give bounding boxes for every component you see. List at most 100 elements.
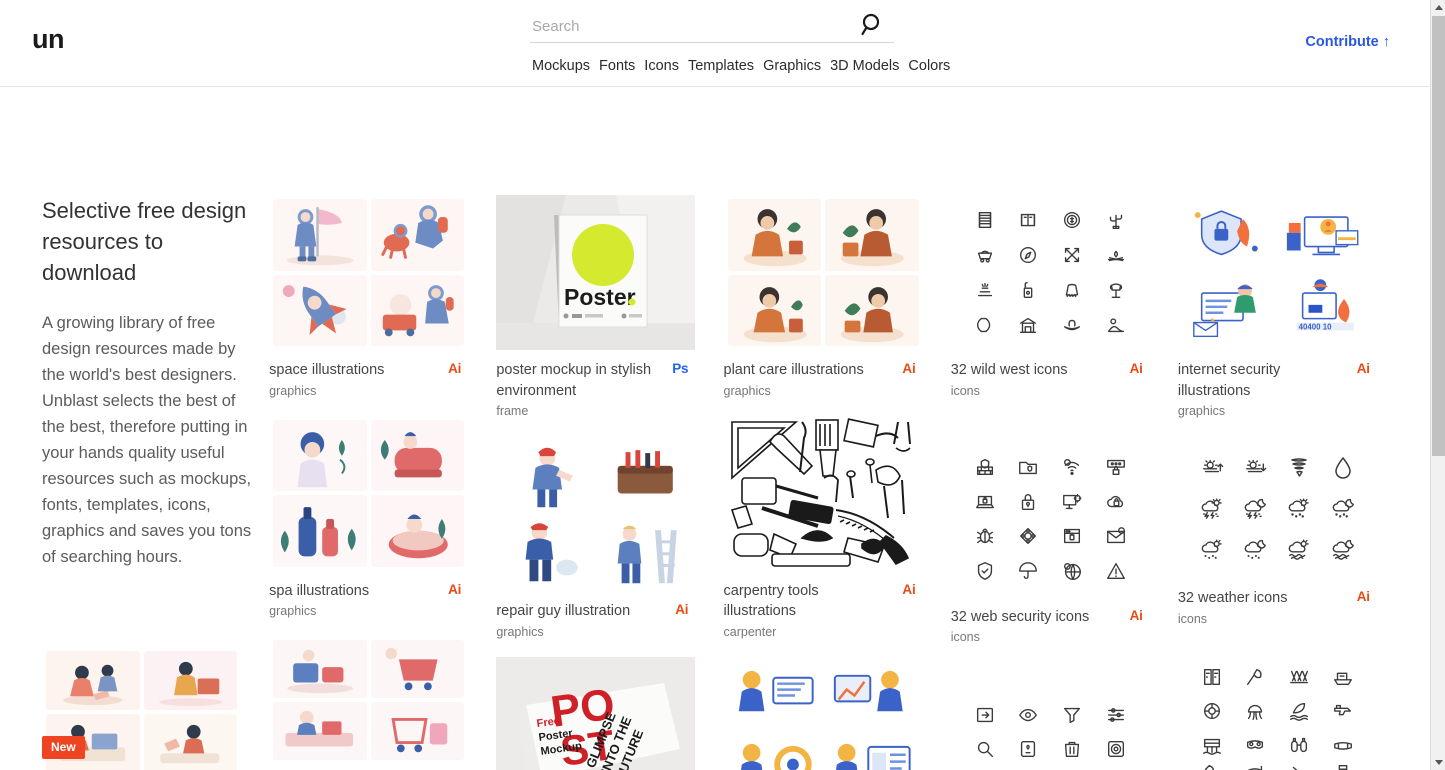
card-web-button-icons[interactable]: 32 web button icons icons Ai: [950, 690, 1178, 770]
thumbnail-weather-icons[interactable]: [1177, 438, 1377, 578]
card-title[interactable]: plant care illustrations: [724, 360, 886, 381]
tornado-icon: [1291, 457, 1307, 477]
card-title[interactable]: repair guy illustration: [496, 601, 658, 622]
thumbnail-spa-illustrations[interactable]: [269, 415, 469, 571]
nav-item-icons[interactable]: Icons: [643, 58, 680, 74]
nav-item-mockups[interactable]: Mockups: [531, 58, 591, 74]
card-meta: spa illustrations graphics Ai: [269, 571, 483, 623]
scroll-down-button[interactable]: [1431, 755, 1445, 770]
format-tag-ps: Ps: [672, 361, 689, 376]
card-title[interactable]: poster mockup in stylish environment: [496, 360, 658, 401]
warning-triangle-icon: [1106, 563, 1125, 580]
card-web-security-icons[interactable]: 32 web security icons icons Ai: [950, 441, 1178, 649]
nav-item-colors[interactable]: Colors: [907, 58, 951, 74]
card-curved-poster-mockup[interactable]: PO ST Free Poster Mockup INTO THE GLIMPS…: [496, 656, 723, 770]
card-category[interactable]: icons: [951, 381, 1165, 402]
nav-item-templates[interactable]: Templates: [687, 58, 755, 74]
card-carpentry-tools[interactable]: carpentry tools illustrations carpenter …: [723, 415, 951, 643]
page-root: un Mockups Fonts Icons Templates Graphic…: [0, 0, 1430, 770]
camera-aperture-icon: [1107, 740, 1124, 758]
card-marketing-illustrations[interactable]: marketing illustrations graphics Ai: [723, 656, 951, 770]
format-tag-ai: Ai: [1356, 361, 1370, 376]
laptop-security-icon: [975, 495, 994, 508]
card-title[interactable]: 32 weather icons: [1178, 588, 1340, 609]
nav-item-3d-models[interactable]: 3D Models: [829, 58, 900, 74]
nav-item-fonts[interactable]: Fonts: [598, 58, 636, 74]
card-shopping-illustrations[interactable]: shopping illustrations graphics Ai: [269, 636, 496, 770]
day-sleet-icon: [1201, 539, 1222, 560]
cactus-icon: [1109, 215, 1122, 230]
card-title[interactable]: space illustrations: [269, 360, 431, 381]
card-category[interactable]: graphics: [1178, 401, 1392, 422]
card-website-illustrations[interactable]: New website illustrations graphics Ai: [42, 647, 269, 770]
card-space-illustrations[interactable]: space illustrations graphics Ai: [269, 195, 496, 402]
site-header: un Mockups Fonts Icons Templates Graphic…: [0, 0, 1430, 87]
search-magnifier-icon: [977, 741, 993, 758]
card-plant-care-illustrations[interactable]: plant care illustrations graphics Ai: [723, 195, 951, 402]
boat-dock-icon: [1334, 672, 1352, 685]
campfire-icon: [1107, 250, 1124, 262]
card-category[interactable]: icons: [951, 627, 1165, 648]
poncho-icon: [1065, 283, 1079, 297]
life-ring-icon: [1203, 702, 1220, 719]
grid-column-3: plant care illustrations graphics Ai car…: [723, 195, 951, 770]
card-category[interactable]: icons: [1178, 609, 1392, 630]
card-category[interactable]: graphics: [496, 622, 710, 643]
card-category[interactable]: frame: [496, 401, 710, 422]
card-repair-guy-illustration[interactable]: repair guy illustration graphics Ai: [496, 436, 723, 643]
eye-icon: [1019, 708, 1038, 722]
main-content: Selective free design resources to downl…: [0, 87, 1430, 770]
card-title[interactable]: carpentry tools illustrations: [724, 581, 886, 622]
thumbnail-space-illustrations[interactable]: [269, 195, 469, 350]
card-spa-illustrations[interactable]: spa illustrations graphics Ai: [269, 415, 496, 623]
card-category[interactable]: graphics: [269, 601, 483, 622]
card-title[interactable]: 32 wild west icons: [951, 360, 1113, 381]
night-snow-icon: [1332, 498, 1354, 518]
svg-text:40400 10: 40400 10: [1299, 322, 1332, 331]
scrollbar-thumb[interactable]: [1432, 16, 1445, 456]
card-weather-icons[interactable]: 32 weather icons icons Ai: [1177, 438, 1405, 630]
format-tag-ai: Ai: [675, 602, 689, 617]
thumbnail-plant-care[interactable]: [723, 195, 923, 350]
card-category[interactable]: graphics: [724, 381, 938, 402]
card-title[interactable]: 32 web security icons: [951, 607, 1113, 628]
thumbnail-web-button-icons[interactable]: [950, 690, 1150, 770]
thumbnail-shopping-illustrations[interactable]: [269, 636, 469, 764]
thumbnail-marketing[interactable]: [723, 656, 923, 770]
card-wild-west-icons[interactable]: 32 wild west icons icons Ai: [950, 195, 1178, 402]
filter-icon: [1064, 707, 1081, 724]
card-title[interactable]: spa illustrations: [269, 581, 431, 602]
format-tag-ai: Ai: [1129, 607, 1143, 623]
card-category[interactable]: graphics: [269, 381, 483, 402]
browser-viewport: un Mockups Fonts Icons Templates Graphic…: [0, 0, 1445, 770]
new-window-icon: [976, 707, 993, 723]
contribute-link[interactable]: Contribute ↑: [1305, 34, 1390, 50]
gold-bars-icon: [977, 282, 992, 297]
card-water-sport-icons[interactable]: 32 water sport icons icons Ai: [1177, 651, 1405, 770]
saloon-doors-icon: [1021, 214, 1036, 227]
pier-icon: [1202, 738, 1221, 755]
card-poster-mockup[interactable]: Poster poster mockup in stylish environm…: [496, 195, 723, 422]
page-scrollbar[interactable]: [1430, 0, 1445, 770]
thumbnail-internet-security[interactable]: 40400 10: [1177, 195, 1377, 350]
site-logo[interactable]: un: [32, 26, 65, 53]
kayak-icon: [1293, 766, 1299, 770]
card-internet-security-illustrations[interactable]: 40400 10 internet security illustrations…: [1177, 195, 1405, 422]
thumbnail-poster-mockup[interactable]: Poster: [496, 195, 696, 350]
thumbnail-carpentry-tools[interactable]: [723, 415, 923, 571]
thumbnail-website-illustrations[interactable]: New: [42, 647, 241, 770]
thumbnail-wild-west-icons[interactable]: [950, 195, 1150, 350]
nav-item-graphics[interactable]: Graphics: [762, 58, 822, 74]
shield-check-icon: [977, 562, 992, 581]
jellyfish-icon: [1248, 704, 1263, 720]
search-icon[interactable]: [860, 12, 884, 38]
thumbnail-web-security-icons[interactable]: [950, 441, 1150, 597]
cattle-skull-post-icon: [1109, 283, 1122, 298]
search-input[interactable]: [530, 12, 850, 38]
thumbnail-repair-guy[interactable]: [496, 436, 696, 591]
card-category[interactable]: carpenter: [724, 622, 938, 643]
thumbnail-curved-poster[interactable]: PO ST Free Poster Mockup INTO THE GLIMPS…: [496, 656, 696, 770]
thumbnail-water-sport-icons[interactable]: [1177, 651, 1377, 770]
scroll-up-button[interactable]: [1431, 0, 1445, 15]
card-title[interactable]: internet security illustrations: [1178, 360, 1340, 401]
